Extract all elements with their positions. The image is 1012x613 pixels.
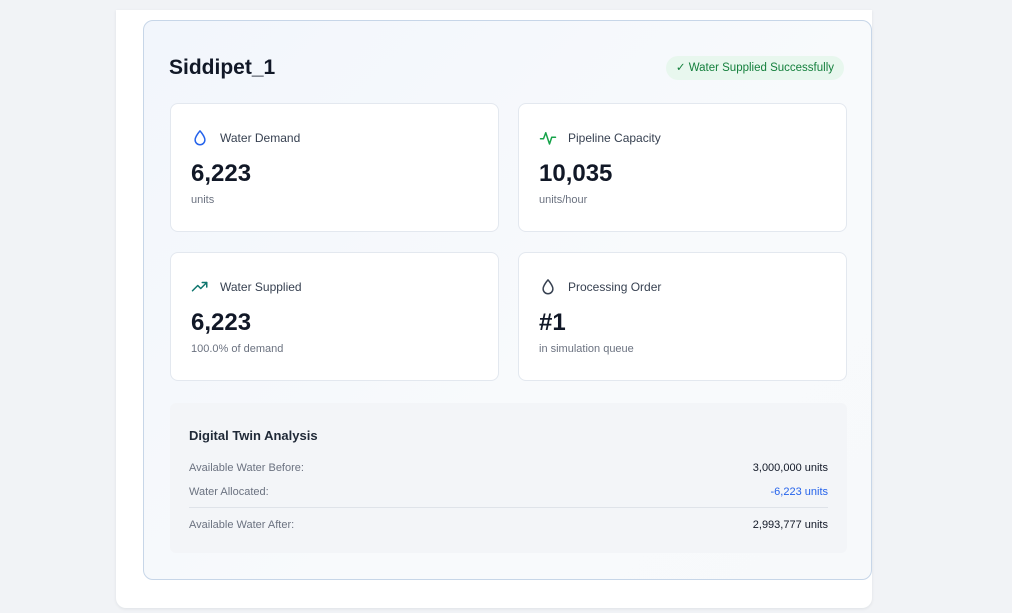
status-badge: ✓ Water Supplied Successfully bbox=[665, 56, 844, 80]
metric-header: Water Demand bbox=[191, 128, 300, 148]
analysis-title: Digital Twin Analysis bbox=[189, 428, 318, 443]
metric-card-processing-order: Processing Order #1 in simulation queue bbox=[518, 252, 847, 381]
metric-value: 10,035 bbox=[539, 160, 613, 187]
trending-up-icon bbox=[191, 278, 209, 296]
metric-card-water-demand: Water Demand 6,223 units bbox=[170, 103, 499, 232]
row-value: 3,000,000 units bbox=[752, 462, 828, 474]
row-value: -6,223 units bbox=[770, 486, 828, 498]
metric-header: Water Supplied bbox=[191, 277, 302, 297]
row-label: Available Water Before: bbox=[189, 462, 304, 474]
metric-card-water-supplied: Water Supplied 6,223 100.0% of demand bbox=[170, 252, 499, 381]
metric-label: Processing Order bbox=[568, 280, 662, 294]
droplet-icon bbox=[191, 129, 209, 147]
page: Siddipet_1 ✓ Water Supplied Successfully… bbox=[0, 0, 1012, 613]
metric-label: Water Demand bbox=[220, 131, 301, 145]
metric-value: #1 bbox=[539, 309, 566, 336]
analysis-row-after: Available Water After: 2,993,777 units bbox=[189, 516, 828, 534]
metric-unit: units/hour bbox=[539, 194, 588, 206]
metric-header: Processing Order bbox=[539, 277, 661, 297]
metric-unit: in simulation queue bbox=[539, 343, 634, 355]
metric-unit: 100.0% of demand bbox=[191, 343, 284, 355]
card-title: Siddipet_1 bbox=[169, 56, 276, 79]
metric-value: 6,223 bbox=[191, 160, 252, 187]
analysis-row-allocated: Water Allocated: -6,223 units bbox=[189, 483, 828, 501]
metric-header: Pipeline Capacity bbox=[539, 128, 661, 148]
analysis-row-before: Available Water Before: 3,000,000 units bbox=[189, 459, 828, 477]
divider bbox=[189, 507, 828, 508]
row-value: 2,993,777 units bbox=[752, 519, 828, 531]
activity-icon bbox=[539, 129, 557, 147]
row-label: Available Water After: bbox=[189, 519, 295, 531]
metric-value: 6,223 bbox=[191, 309, 252, 336]
digital-twin-analysis: Digital Twin Analysis Available Water Be… bbox=[170, 403, 847, 553]
metric-card-pipeline-capacity: Pipeline Capacity 10,035 units/hour bbox=[518, 103, 847, 232]
row-label: Water Allocated: bbox=[189, 486, 269, 498]
metric-unit: units bbox=[191, 194, 215, 206]
metric-label: Water Supplied bbox=[220, 280, 302, 294]
metric-label: Pipeline Capacity bbox=[568, 131, 661, 145]
droplet-outline-icon bbox=[539, 278, 557, 296]
city-result-card: Siddipet_1 ✓ Water Supplied Successfully… bbox=[143, 20, 872, 580]
